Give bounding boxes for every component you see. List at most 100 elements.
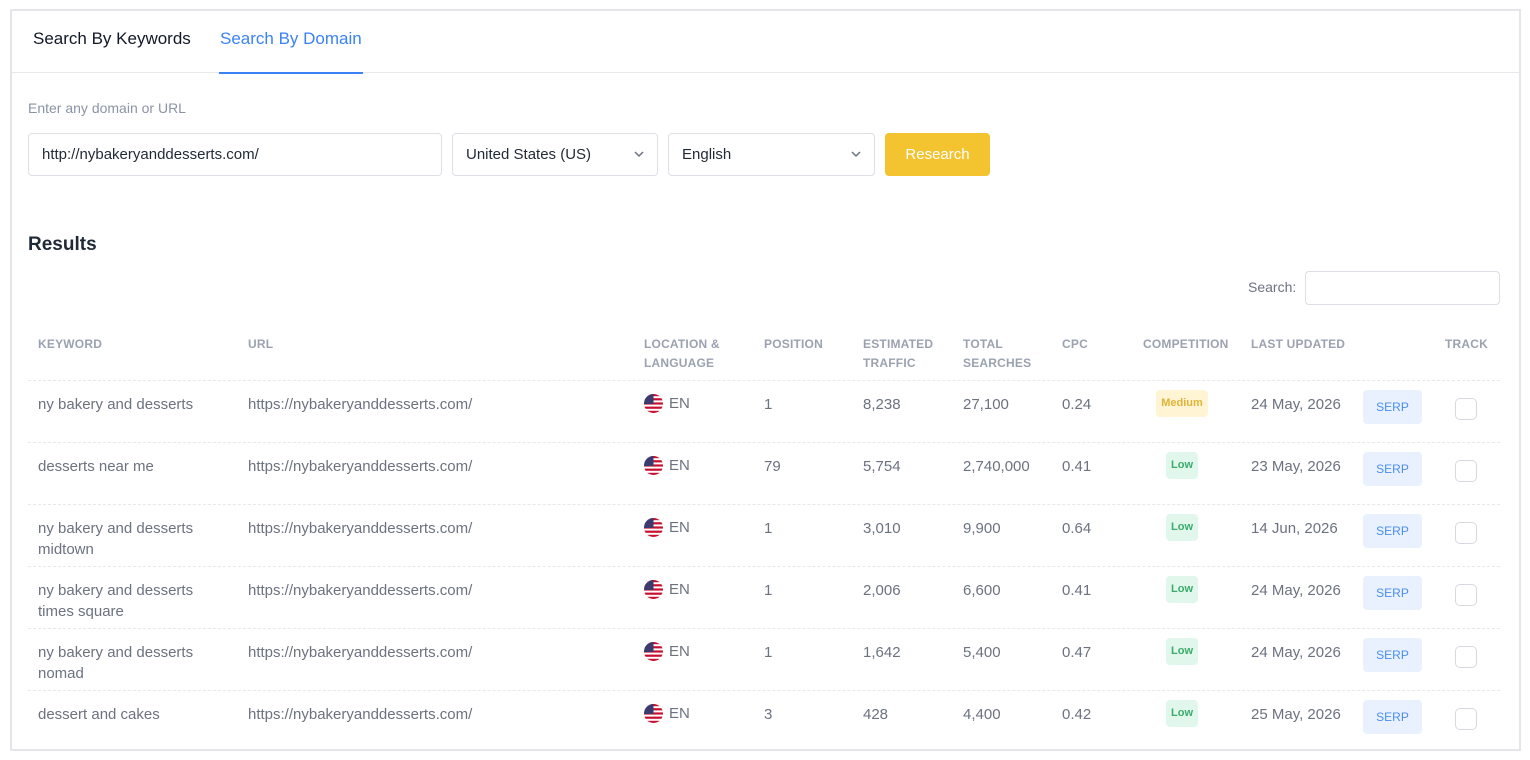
- track-cell: [1455, 398, 1477, 420]
- location-cell: EN: [644, 641, 690, 662]
- table-header: KEYWORD URL LOCATION & LANGUAGE POSITION…: [28, 329, 1500, 381]
- language-code: EN: [669, 457, 690, 474]
- header-track: TRACK: [1445, 337, 1488, 351]
- last-updated-cell: 24 May, 2026: [1251, 582, 1341, 599]
- header-total-searches[interactable]: TOTAL SEARCHES: [963, 335, 1031, 373]
- us-flag-icon: [644, 394, 663, 413]
- cpc-cell: 0.24: [1062, 396, 1092, 413]
- competition-badge: Low: [1166, 452, 1198, 479]
- serp-cell: SERP: [1363, 576, 1422, 610]
- tab-bar: Search By Keywords Search By Domain: [12, 11, 1519, 74]
- url-cell: https://nybakeryanddesserts.com/: [248, 458, 473, 475]
- track-cell: [1455, 460, 1477, 482]
- track-checkbox[interactable]: [1455, 646, 1477, 668]
- table-row: ny bakery and desserts https://nybakerya…: [28, 381, 1500, 443]
- total-searches-cell: 4,400: [963, 706, 1001, 723]
- total-searches-cell: 6,600: [963, 582, 1001, 599]
- results-table-body: ny bakery and desserts https://nybakerya…: [28, 381, 1500, 749]
- location-cell: EN: [644, 579, 690, 600]
- serp-button[interactable]: SERP: [1363, 576, 1422, 610]
- position-cell: 3: [764, 706, 773, 723]
- table-search-label: Search:: [1248, 279, 1297, 295]
- country-select[interactable]: United States (US): [452, 133, 658, 176]
- header-competition[interactable]: COMPETITION: [1143, 335, 1229, 354]
- us-flag-icon: [644, 642, 663, 661]
- position-cell: 79: [764, 458, 781, 475]
- header-traffic-line1: ESTIMATED: [863, 337, 934, 351]
- us-flag-icon: [644, 456, 663, 475]
- table-search-input[interactable]: [1305, 271, 1500, 305]
- keyword-cell: ny bakery and desserts midtown: [38, 520, 194, 558]
- competition-badge: Low: [1166, 514, 1198, 541]
- domain-input[interactable]: http://nybakeryanddesserts.com/: [28, 133, 442, 176]
- cpc-cell: 0.64: [1062, 520, 1092, 537]
- location-cell: EN: [644, 517, 690, 538]
- traffic-cell: 2,006: [863, 582, 901, 599]
- cpc-cell: 0.41: [1062, 458, 1092, 475]
- language-code: EN: [669, 581, 690, 598]
- serp-cell: SERP: [1363, 390, 1422, 424]
- competition-badge: Low: [1166, 700, 1198, 727]
- header-last-updated[interactable]: LAST UPDATED: [1251, 335, 1345, 354]
- track-checkbox[interactable]: [1455, 708, 1477, 730]
- table-row: ny bakery and desserts midtown https://n…: [28, 505, 1500, 567]
- position-cell: 1: [764, 396, 773, 413]
- serp-button[interactable]: SERP: [1363, 390, 1422, 424]
- serp-cell: SERP: [1363, 700, 1422, 734]
- competition-cell: Low: [1154, 700, 1210, 727]
- track-checkbox[interactable]: [1455, 398, 1477, 420]
- serp-button[interactable]: SERP: [1363, 452, 1422, 486]
- track-checkbox[interactable]: [1455, 522, 1477, 544]
- research-button[interactable]: Research: [885, 133, 990, 176]
- keyword-cell: ny bakery and desserts times square: [38, 582, 194, 620]
- serp-cell: SERP: [1363, 638, 1422, 672]
- table-row: ny bakery and desserts times square http…: [28, 567, 1500, 629]
- header-url[interactable]: URL: [248, 335, 273, 354]
- header-cpc[interactable]: CPC: [1062, 335, 1088, 354]
- table-row: ny bakery and desserts nomad https://nyb…: [28, 629, 1500, 691]
- cpc-cell: 0.41: [1062, 582, 1092, 599]
- header-position[interactable]: POSITION: [764, 335, 823, 354]
- header-location-language[interactable]: LOCATION & LANGUAGE: [644, 335, 720, 373]
- track-checkbox[interactable]: [1455, 460, 1477, 482]
- location-cell: EN: [644, 455, 690, 476]
- last-updated-cell: 25 May, 2026: [1251, 706, 1341, 723]
- table-row: dessert and cakes https://nybakeryanddes…: [28, 691, 1500, 749]
- track-cell: [1455, 584, 1477, 606]
- position-cell: 1: [764, 644, 773, 661]
- language-code: EN: [669, 643, 690, 660]
- position-cell: 1: [764, 520, 773, 537]
- location-cell: EN: [644, 393, 690, 414]
- us-flag-icon: [644, 580, 663, 599]
- last-updated-cell: 14 Jun, 2026: [1251, 520, 1338, 537]
- serp-button[interactable]: SERP: [1363, 514, 1422, 548]
- chevron-down-icon: [851, 150, 861, 159]
- cpc-cell: 0.47: [1062, 644, 1092, 661]
- language-select-value: English: [682, 146, 732, 163]
- tab-search-by-keywords[interactable]: Search By Keywords: [32, 11, 192, 73]
- traffic-cell: 428: [863, 706, 889, 723]
- serp-button[interactable]: SERP: [1363, 700, 1422, 734]
- competition-badge: Low: [1166, 638, 1198, 665]
- track-cell: [1455, 708, 1477, 730]
- header-estimated-traffic[interactable]: ESTIMATED TRAFFIC: [863, 335, 933, 373]
- competition-cell: Low: [1154, 576, 1210, 603]
- keyword-cell: dessert and cakes: [38, 706, 160, 723]
- us-flag-icon: [644, 704, 663, 723]
- header-keyword[interactable]: KEYWORD: [38, 335, 102, 354]
- domain-field-label: Enter any domain or URL: [28, 100, 186, 116]
- track-cell: [1455, 522, 1477, 544]
- header-traffic-line2: TRAFFIC: [863, 356, 916, 370]
- keyword-cell: ny bakery and desserts: [38, 396, 194, 413]
- url-cell: https://nybakeryanddesserts.com/: [248, 582, 473, 599]
- traffic-cell: 3,010: [863, 520, 901, 537]
- position-cell: 1: [764, 582, 773, 599]
- track-checkbox[interactable]: [1455, 584, 1477, 606]
- serp-button[interactable]: SERP: [1363, 638, 1422, 672]
- country-select-value: United States (US): [466, 146, 592, 163]
- language-select[interactable]: English: [668, 133, 875, 176]
- header-location-line1: LOCATION &: [644, 337, 720, 351]
- serp-cell: SERP: [1363, 452, 1422, 486]
- language-code: EN: [669, 395, 690, 412]
- tab-search-by-domain[interactable]: Search By Domain: [219, 11, 363, 74]
